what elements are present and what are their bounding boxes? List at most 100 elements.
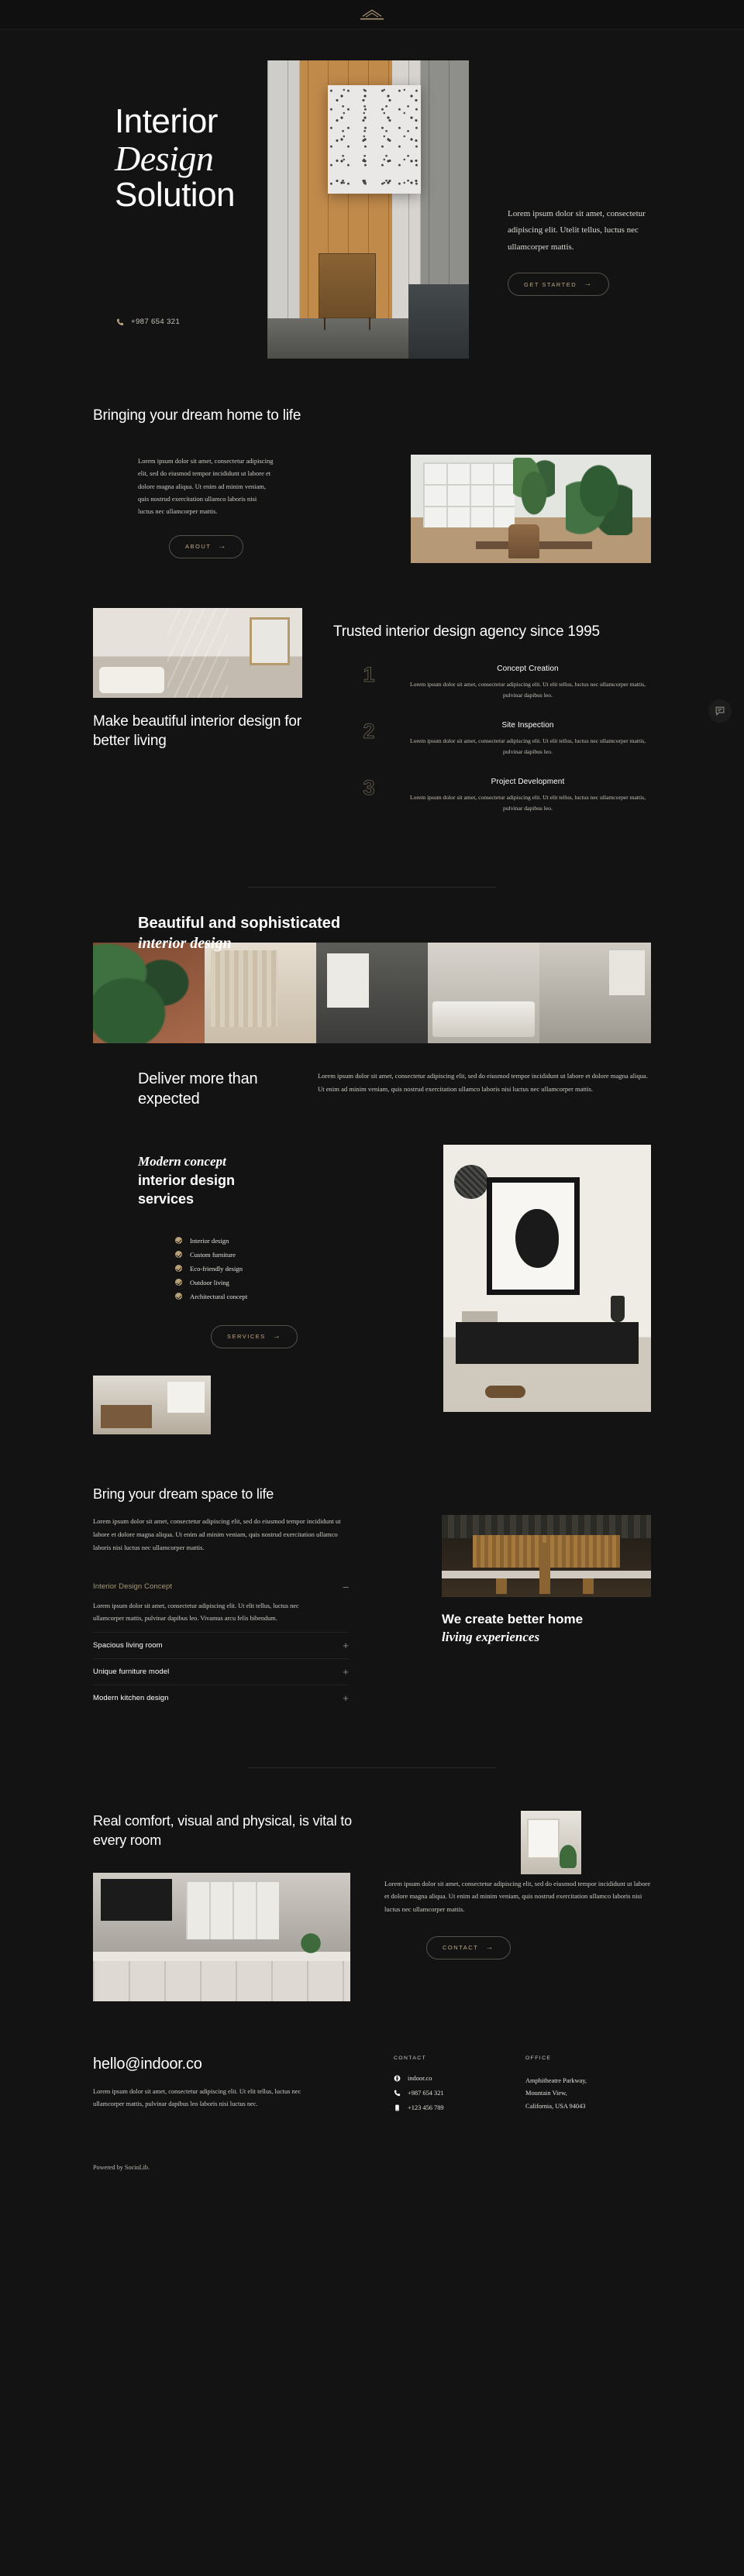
services-heading-line3: services xyxy=(138,1191,195,1207)
deliver-more-row: Deliver more than expected Lorem ipsum d… xyxy=(93,1070,651,1109)
hero-phone-link[interactable]: +987 654 321 xyxy=(116,318,180,326)
plus-icon[interactable]: + xyxy=(343,1640,349,1651)
house-roof-logo-icon[interactable] xyxy=(356,6,388,23)
bathtub xyxy=(99,667,164,694)
accordion-body: Lorem ipsum dolor sit amet, consectetur … xyxy=(93,1602,299,1623)
decor-vase xyxy=(611,1296,625,1323)
marble-panel xyxy=(167,608,228,699)
get-started-label: GET STARTED xyxy=(524,280,577,288)
dream-space-section: Bring your dream space to life Lorem ips… xyxy=(93,1485,651,1718)
trusted-left-col: Make beautiful interior design for bette… xyxy=(93,608,302,750)
decor-shoes xyxy=(485,1386,525,1399)
footer-office-label: OFFICE xyxy=(525,2055,552,2061)
dream-home-section: Bringing your dream home to life Lorem i… xyxy=(93,355,651,564)
footer-contact-col: CONTACT indoor.co +987 654 321 +123 456 … xyxy=(394,2056,494,2119)
better-home-line2: living experiences xyxy=(442,1630,540,1645)
kitchen-window xyxy=(186,1881,279,1939)
footer-website: indoor.co xyxy=(408,2074,432,2082)
footer-mobile-item[interactable]: +123 456 789 xyxy=(394,2104,494,2111)
services-button[interactable]: SERVICES → xyxy=(211,1324,298,1348)
step-title: Project Development xyxy=(491,778,565,787)
footer-email[interactable]: hello@indoor.co xyxy=(93,2056,349,2073)
service-label: Custom furniture xyxy=(190,1250,236,1259)
dream-space-heading: Bring your dream space to life xyxy=(93,1486,274,1503)
check-circle-icon xyxy=(175,1237,182,1244)
services-left-col: Modern concept interior design services … xyxy=(138,1152,332,1348)
real-comfort-section: Real comfort, visual and physical, is vi… xyxy=(93,1767,651,2001)
check-circle-icon xyxy=(175,1265,182,1272)
services-heading: Modern concept interior design services xyxy=(138,1152,332,1208)
bar-stool xyxy=(583,1578,594,1595)
accordion-header[interactable]: Interior Design Concept – xyxy=(93,1581,349,1592)
dream-home-text-col: Lorem ipsum dolor sit amet, consectetur … xyxy=(93,455,349,563)
office-window xyxy=(423,462,515,528)
step-item: 2 Site Inspection Lorem ipsum dolor sit … xyxy=(333,720,651,757)
trusted-right-col: Trusted interior design agency since 199… xyxy=(333,608,651,834)
mobile-icon xyxy=(395,2104,399,2111)
service-item: Architectural concept xyxy=(175,1293,332,1300)
plant-left xyxy=(513,458,555,517)
framed-art xyxy=(487,1177,580,1296)
service-label: Interior design xyxy=(190,1236,229,1245)
footer-phone: +987 654 321 xyxy=(408,2089,444,2097)
site-footer: hello@indoor.co Lorem ipsum dolor sit am… xyxy=(93,2056,651,2217)
hero-title-line3: Solution xyxy=(115,176,236,215)
better-home-line1: We create better home xyxy=(442,1612,584,1627)
step-item: 1 Concept Creation Lorem ipsum dolor sit… xyxy=(333,663,651,701)
thumbnail-window xyxy=(167,1382,205,1413)
plus-icon[interactable]: + xyxy=(343,1692,349,1704)
services-list: Interior design Custom furniture Eco-fri… xyxy=(138,1237,332,1300)
services-section: Modern concept interior design services … xyxy=(93,1145,651,1455)
step-number: 1 xyxy=(363,663,375,687)
accordion: Interior Design Concept – Lorem ipsum do… xyxy=(93,1574,349,1711)
hero-title-line1: Interior xyxy=(115,102,218,140)
footer-phone-item[interactable]: +987 654 321 xyxy=(394,2090,494,2097)
footer-address-line3: California, USA 94043 xyxy=(525,2103,586,2111)
accordion-title: Spacious living room xyxy=(93,1640,163,1650)
step-text: Lorem ipsum dolor sit amet, consectetur … xyxy=(409,737,646,756)
service-item: Custom furniture xyxy=(175,1251,332,1259)
about-label: ABOUT xyxy=(185,543,212,551)
accordion-header[interactable]: Modern kitchen design + xyxy=(93,1692,349,1704)
footer-contact-label: CONTACT xyxy=(394,2055,427,2061)
check-circle-icon xyxy=(175,1279,182,1286)
plant-right xyxy=(566,455,632,536)
site-header xyxy=(0,0,744,29)
step-text: Lorem ipsum dolor sit amet, consectetur … xyxy=(409,794,646,812)
about-button[interactable]: ABOUT → xyxy=(169,534,243,558)
hero-side-content: Lorem ipsum dolor sit amet, consectetur … xyxy=(508,206,655,297)
accordion-item[interactable]: Modern kitchen design + xyxy=(93,1685,349,1711)
accordion-header[interactable]: Spacious living room + xyxy=(93,1640,349,1651)
beautiful-section: Beautiful and sophisticated interior des… xyxy=(93,914,651,1109)
arrow-right-icon: → xyxy=(218,541,227,551)
contact-button[interactable]: CONTACT → xyxy=(426,1935,511,1959)
deliver-more-heading: Deliver more than expected xyxy=(138,1070,258,1108)
hero-sofa xyxy=(408,284,469,359)
dream-home-heading: Bringing your dream home to life xyxy=(93,407,301,424)
phone-icon xyxy=(394,2090,401,2096)
house-roof-logo-svg xyxy=(360,9,384,19)
get-started-button[interactable]: GET STARTED → xyxy=(508,273,609,297)
accordion-item[interactable]: Unique furniture model + xyxy=(93,1659,349,1685)
footer-website-item[interactable]: indoor.co xyxy=(394,2075,494,2082)
accordion-title: Interior Design Concept xyxy=(93,1582,173,1592)
chat-fab-button[interactable] xyxy=(708,699,732,723)
accordion-header[interactable]: Unique furniture model + xyxy=(93,1666,349,1678)
kitchen-hood xyxy=(101,1878,172,1921)
service-label: Outdoor living xyxy=(190,1278,229,1286)
step-number: 2 xyxy=(363,720,375,744)
landing-page: Interior Design Solution +987 654 321 Lo… xyxy=(0,0,744,2576)
make-beautiful-heading: Make beautiful interior design for bette… xyxy=(93,713,301,750)
services-thumbnail-image xyxy=(93,1376,211,1435)
kitchen-cabinets xyxy=(93,1960,350,2001)
phone-icon xyxy=(116,318,124,325)
plus-icon[interactable]: + xyxy=(343,1666,349,1678)
minus-icon[interactable]: – xyxy=(343,1581,349,1592)
service-item: Outdoor living xyxy=(175,1279,332,1286)
hero-title-line2: Design xyxy=(115,138,214,178)
footer-address-line2: Mountain View, xyxy=(525,2090,567,2097)
accordion-item[interactable]: Interior Design Concept – Lorem ipsum do… xyxy=(93,1574,349,1632)
dream-home-image xyxy=(411,455,651,564)
chat-bubble-icon xyxy=(715,706,725,716)
accordion-item[interactable]: Spacious living room + xyxy=(93,1633,349,1658)
